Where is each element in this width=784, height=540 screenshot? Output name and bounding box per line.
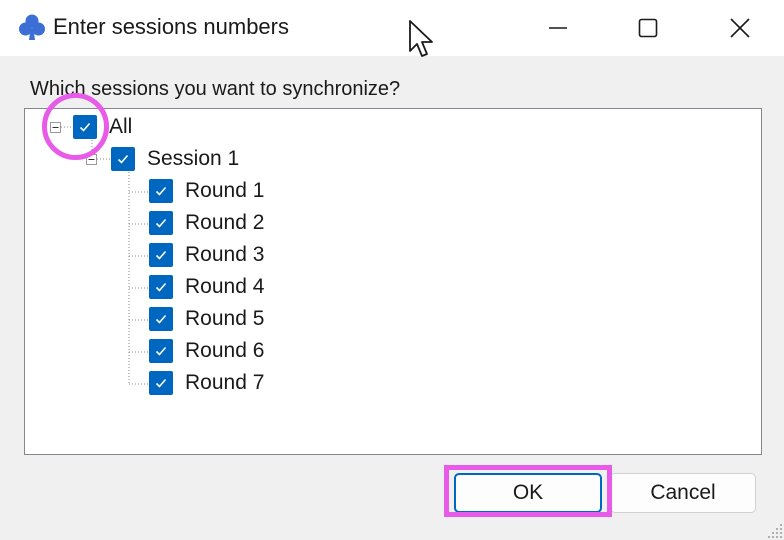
resize-grip-icon[interactable] — [766, 522, 784, 540]
node-label-round-5: Round 5 — [185, 307, 265, 330]
highlight-box-ok — [444, 465, 612, 517]
maximize-icon — [638, 18, 658, 38]
checkmark-icon — [155, 218, 167, 228]
checkmark-icon — [155, 314, 167, 324]
node-label-round-6: Round 6 — [185, 339, 265, 362]
checkmark-icon — [155, 250, 167, 260]
checkmark-icon — [155, 282, 167, 292]
cancel-button[interactable]: Cancel — [610, 473, 756, 513]
tree-node-round-7[interactable]: Round 7 — [149, 370, 264, 396]
tree-node-round-5[interactable]: Round 5 — [149, 306, 264, 332]
mouse-cursor-icon — [409, 20, 433, 57]
node-label-round-4: Round 4 — [185, 275, 265, 298]
round-7-checkbox[interactable] — [149, 371, 173, 395]
tree-node-round-1[interactable]: Round 1 — [149, 178, 264, 204]
checkmark-icon — [155, 378, 167, 388]
round-3-checkbox[interactable] — [149, 243, 173, 267]
node-label-round-2: Round 2 — [185, 211, 265, 234]
round-1-checkbox[interactable] — [149, 179, 173, 203]
round-4-checkbox[interactable] — [149, 275, 173, 299]
close-icon — [730, 18, 750, 38]
minimize-icon — [549, 27, 567, 29]
window-title: Enter sessions numbers — [53, 14, 289, 39]
tree-node-round-6[interactable]: Round 6 — [149, 338, 264, 364]
round-2-checkbox[interactable] — [149, 211, 173, 235]
node-label-round-7: Round 7 — [185, 371, 265, 394]
club-icon — [19, 14, 45, 40]
node-label-session-1: Session 1 — [147, 147, 240, 170]
minimize-button[interactable] — [512, 0, 604, 56]
checkmark-icon — [155, 186, 167, 196]
round-5-checkbox[interactable] — [149, 307, 173, 331]
checkmark-icon — [117, 154, 129, 164]
close-button[interactable] — [694, 0, 784, 56]
node-label-all: All — [109, 115, 133, 138]
session-1-checkbox[interactable] — [111, 147, 135, 171]
sessions-tree[interactable]: All Session 1 Round 1 Round 2 Round 3 Ro… — [24, 108, 762, 455]
tree-node-round-3[interactable]: Round 3 — [149, 242, 264, 268]
tree-node-session-1[interactable]: Session 1 — [111, 146, 239, 172]
highlight-circle-all — [42, 93, 109, 160]
maximize-button[interactable] — [602, 0, 694, 56]
title-bar: Enter sessions numbers — [0, 0, 784, 57]
node-label-round-1: Round 1 — [185, 179, 265, 202]
round-6-checkbox[interactable] — [149, 339, 173, 363]
tree-node-round-2[interactable]: Round 2 — [149, 210, 264, 236]
node-label-round-3: Round 3 — [185, 243, 265, 266]
checkmark-icon — [155, 346, 167, 356]
tree-node-round-4[interactable]: Round 4 — [149, 274, 264, 300]
